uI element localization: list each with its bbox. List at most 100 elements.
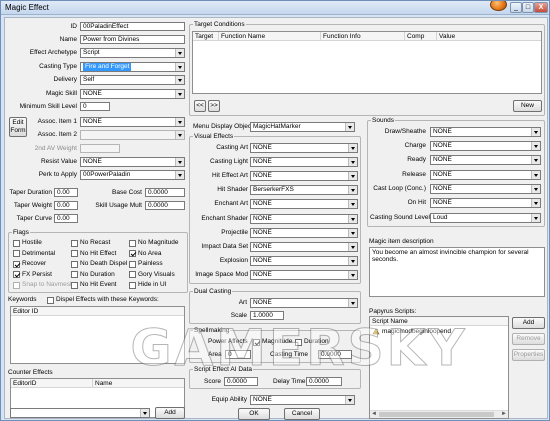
flag-painless-checkbox[interactable]: Painless <box>129 260 163 268</box>
resist-select[interactable]: NONE <box>80 157 185 167</box>
scroll-left-icon[interactable]: ◄ <box>370 411 378 418</box>
dispel-keywords-checkbox[interactable]: Dispel Effects with these Keywords: <box>47 296 159 304</box>
papyrus-hscrollbar[interactable]: ◄ ► <box>370 410 508 418</box>
close-button[interactable]: X <box>534 2 548 13</box>
flag-no-death-dispel-checkbox[interactable]: No Death Dispel <box>71 260 127 268</box>
target-conditions-list[interactable]: Target Function Name Function Info Comp … <box>192 31 542 94</box>
min-skill-label: Minimum Skill Level <box>19 103 77 110</box>
second-av-field[interactable] <box>80 144 120 153</box>
flag-label: No Duration <box>80 270 115 278</box>
visual-impact-data-set-select[interactable]: NONE <box>250 241 358 252</box>
visual-enchant-art-select[interactable]: NONE <box>250 199 358 210</box>
flag-fx-persist-checkbox[interactable]: FX Persist <box>13 271 52 279</box>
visual-hit-shader-select[interactable]: BerserkerFXS <box>250 185 358 196</box>
flag-hostile-checkbox[interactable]: Hostile <box>13 239 42 247</box>
scroll-right-icon[interactable]: ► <box>500 411 508 418</box>
flag-no-hit-effect-checkbox[interactable]: No Hit Effect <box>71 250 116 258</box>
sound-level-select[interactable]: Loud <box>430 213 541 223</box>
visual-hit-effect-art-select[interactable]: NONE <box>250 171 358 182</box>
counter-col-editorid: EditorID <box>11 379 93 388</box>
equip-select[interactable]: NONE <box>250 395 355 405</box>
flag-label: Hide in UI <box>138 281 167 288</box>
id-field[interactable]: 00PaladinEffect <box>80 22 185 31</box>
sound-draw-sheathe-select[interactable]: NONE <box>430 127 541 137</box>
scroll-thumb[interactable] <box>379 412 494 417</box>
visual-explosion-select[interactable]: NONE <box>250 255 358 266</box>
title-bar[interactable]: Magic Effect _ □ X <box>1 1 549 15</box>
menu-display-select[interactable]: MagicHatMarker <box>250 122 355 132</box>
second-av-label: 2nd AV Weight <box>34 145 77 152</box>
flag-snap-to-navmesh-checkbox[interactable]: Snap to Navmesh <box>13 281 74 289</box>
chevron-down-icon <box>348 186 357 195</box>
visual-projectile-select[interactable]: NONE <box>250 227 358 238</box>
flag-no-duration-checkbox[interactable]: No Duration <box>71 271 115 279</box>
visual-enchant-shader-select[interactable]: NONE <box>250 213 358 224</box>
magic-skill-select[interactable]: NONE <box>80 89 185 99</box>
sound-ready-label: Ready <box>407 156 426 164</box>
sound-release-select[interactable]: NONE <box>430 169 541 180</box>
papyrus-label: Papyrus Scripts: <box>369 308 417 315</box>
sound-level-value: Loud <box>433 214 448 221</box>
sound-value: NONE <box>433 170 452 178</box>
base-cost-field[interactable]: 0.0000 <box>145 188 185 197</box>
papyrus-properties-button[interactable]: Properties <box>512 349 545 361</box>
visual-casting-light-select[interactable]: NONE <box>250 157 358 168</box>
cancel-button[interactable]: Cancel <box>284 408 320 420</box>
taper-curve-field[interactable]: 0.00 <box>54 214 78 223</box>
edit-form-line2: Form <box>10 127 26 134</box>
flag-hide-in-ui-checkbox[interactable]: Hide in UI <box>129 281 167 289</box>
sound-ready-select[interactable]: NONE <box>430 155 541 166</box>
flag-no-hit-event-checkbox[interactable]: No Hit Event <box>71 281 117 289</box>
minimize-button[interactable]: _ <box>510 2 522 13</box>
maximize-button[interactable]: □ <box>522 2 534 13</box>
edit-form-button[interactable]: Edit Form <box>9 117 27 137</box>
flag-gory-visuals-checkbox[interactable]: Gory Visuals <box>129 271 175 279</box>
sound-value: NONE <box>433 156 452 164</box>
ok-button[interactable]: OK <box>238 408 270 420</box>
chevron-down-icon <box>175 158 184 166</box>
delay-field[interactable]: 0.0000 <box>306 377 342 386</box>
visual-casting-art-label: Casting Art <box>216 144 248 151</box>
min-skill-field[interactable]: 0 <box>80 102 110 111</box>
flag-no-area-checkbox[interactable]: No Area <box>129 250 162 258</box>
assoc2-select[interactable] <box>80 130 185 140</box>
prev-condition-button[interactable]: << <box>194 100 206 112</box>
taper-duration-field[interactable]: 0.00 <box>54 188 78 197</box>
counter-add-button[interactable]: Add <box>155 407 185 419</box>
flag-no-recast-checkbox[interactable]: No Recast <box>71 239 110 247</box>
taper-weight-field[interactable]: 0.00 <box>54 201 78 210</box>
delivery-select[interactable]: Self <box>80 75 185 85</box>
description-textarea[interactable]: You become an almost invincible champion… <box>369 247 545 297</box>
archetype-select[interactable]: Script <box>80 48 185 58</box>
checkbox-box <box>129 271 136 278</box>
checkbox-box <box>71 250 78 257</box>
casting-type-select[interactable]: Fire and Forget <box>80 62 185 72</box>
sound-cast-loop-conc-select[interactable]: NONE <box>430 183 541 194</box>
next-condition-button[interactable]: >> <box>208 100 220 112</box>
visual-value: NONE <box>253 256 272 264</box>
flag-no-magnitude-checkbox[interactable]: No Magnitude <box>129 239 178 247</box>
counter-effects-label: Counter Effects <box>8 369 53 376</box>
papyrus-remove-button[interactable]: Remove <box>512 333 545 345</box>
visual-casting-art-select[interactable]: NONE <box>250 143 358 153</box>
flag-recover-checkbox[interactable]: Recover <box>13 260 46 268</box>
app-orb-icon <box>490 1 507 11</box>
papyrus-add-button[interactable]: Add <box>512 317 545 329</box>
score-field[interactable]: 0.0000 <box>224 377 258 386</box>
chevron-down-icon <box>175 90 184 98</box>
sound-on-hit-select[interactable]: NONE <box>430 198 541 208</box>
skill-usage-field[interactable]: 0.0000 <box>145 201 185 210</box>
assoc1-select[interactable]: NONE <box>80 117 185 127</box>
delay-label: Delay Time <box>273 378 306 385</box>
counter-effect-select[interactable] <box>10 408 150 418</box>
assoc2-label: Assoc. Item 2 <box>37 131 77 138</box>
visual-image-space-mod-select[interactable]: NONE <box>250 269 358 280</box>
sound-charge-select[interactable]: NONE <box>430 141 541 152</box>
name-field[interactable]: Power from Divines <box>80 35 185 44</box>
new-condition-button[interactable]: New <box>513 100 542 112</box>
flag-detrimental-checkbox[interactable]: Detrimental <box>13 250 55 258</box>
dual-art-select[interactable]: NONE <box>250 298 358 308</box>
perk-select[interactable]: 00PowerPaladin <box>80 170 185 180</box>
sound-charge-label: Charge <box>404 142 426 150</box>
casting-type-label: Casting Type <box>39 63 77 70</box>
